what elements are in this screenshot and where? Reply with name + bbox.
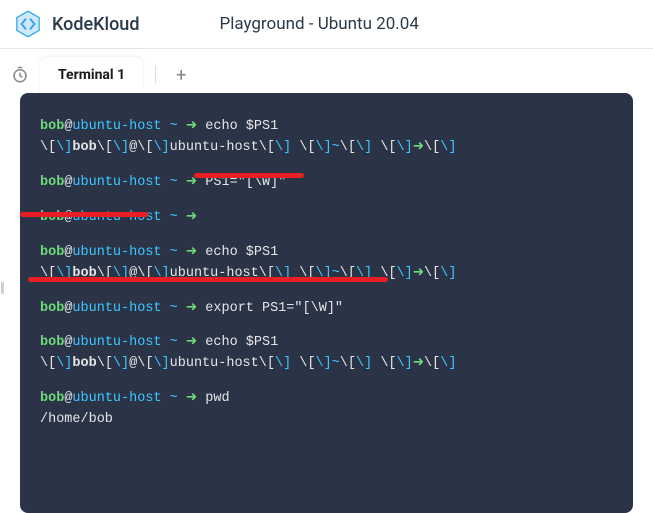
- terminal-block: bob@ubuntu-host ~ ➜: [40, 208, 613, 229]
- annotation-underline: [28, 277, 388, 282]
- tabs-row: Terminal 1 +: [0, 49, 653, 93]
- terminal-block: bob@ubuntu-host ~ ➜ export PS1="[\W]": [40, 299, 613, 320]
- prompt-line: bob@ubuntu-host ~ ➜ echo $PS1: [40, 243, 613, 264]
- terminal-block: bob@ubuntu-host ~ ➜ echo $PS1\[\]bob\[\]…: [40, 333, 613, 375]
- prompt-line: bob@ubuntu-host ~ ➜ echo $PS1: [40, 117, 613, 138]
- prompt-line: bob@ubuntu-host ~ ➜ PS1="[\W]": [40, 173, 613, 194]
- terminal-block: bob@ubuntu-host ~ ➜ PS1="[\W]": [40, 173, 613, 194]
- prompt-line: bob@ubuntu-host ~ ➜: [40, 208, 613, 229]
- prompt-line: bob@ubuntu-host ~ ➜ echo $PS1: [40, 333, 613, 354]
- tab-divider: [155, 66, 156, 84]
- terminal[interactable]: bob@ubuntu-host ~ ➜ echo $PS1\[\]bob\[\]…: [20, 93, 633, 513]
- brand-wrap: KodeKloud: [12, 8, 139, 40]
- brand-name: KodeKloud: [52, 14, 139, 35]
- annotation-underline: [20, 212, 148, 217]
- timer-icon[interactable]: [10, 65, 30, 85]
- annotation-underline: [194, 173, 304, 178]
- brand-logo-icon: [12, 8, 44, 40]
- terminal-block: bob@ubuntu-host ~ ➜ pwd/home/bob: [40, 389, 613, 431]
- add-tab-button[interactable]: +: [168, 61, 194, 90]
- tab-terminal-1[interactable]: Terminal 1: [40, 57, 143, 93]
- header: KodeKloud Playground - Ubuntu 20.04: [0, 0, 653, 49]
- output-line: \[\]bob\[\]@\[\]ubuntu-host\[\] \[\]~\[\…: [40, 138, 613, 159]
- terminal-block: bob@ubuntu-host ~ ➜ echo $PS1\[\]bob\[\]…: [40, 117, 613, 159]
- drag-handle-icon[interactable]: ||: [0, 280, 3, 296]
- prompt-line: bob@ubuntu-host ~ ➜ pwd: [40, 389, 613, 410]
- output-line: /home/bob: [40, 410, 613, 431]
- page-title: Playground - Ubuntu 20.04: [219, 14, 418, 34]
- prompt-line: bob@ubuntu-host ~ ➜ export PS1="[\W]": [40, 299, 613, 320]
- output-line: \[\]bob\[\]@\[\]ubuntu-host\[\] \[\]~\[\…: [40, 354, 613, 375]
